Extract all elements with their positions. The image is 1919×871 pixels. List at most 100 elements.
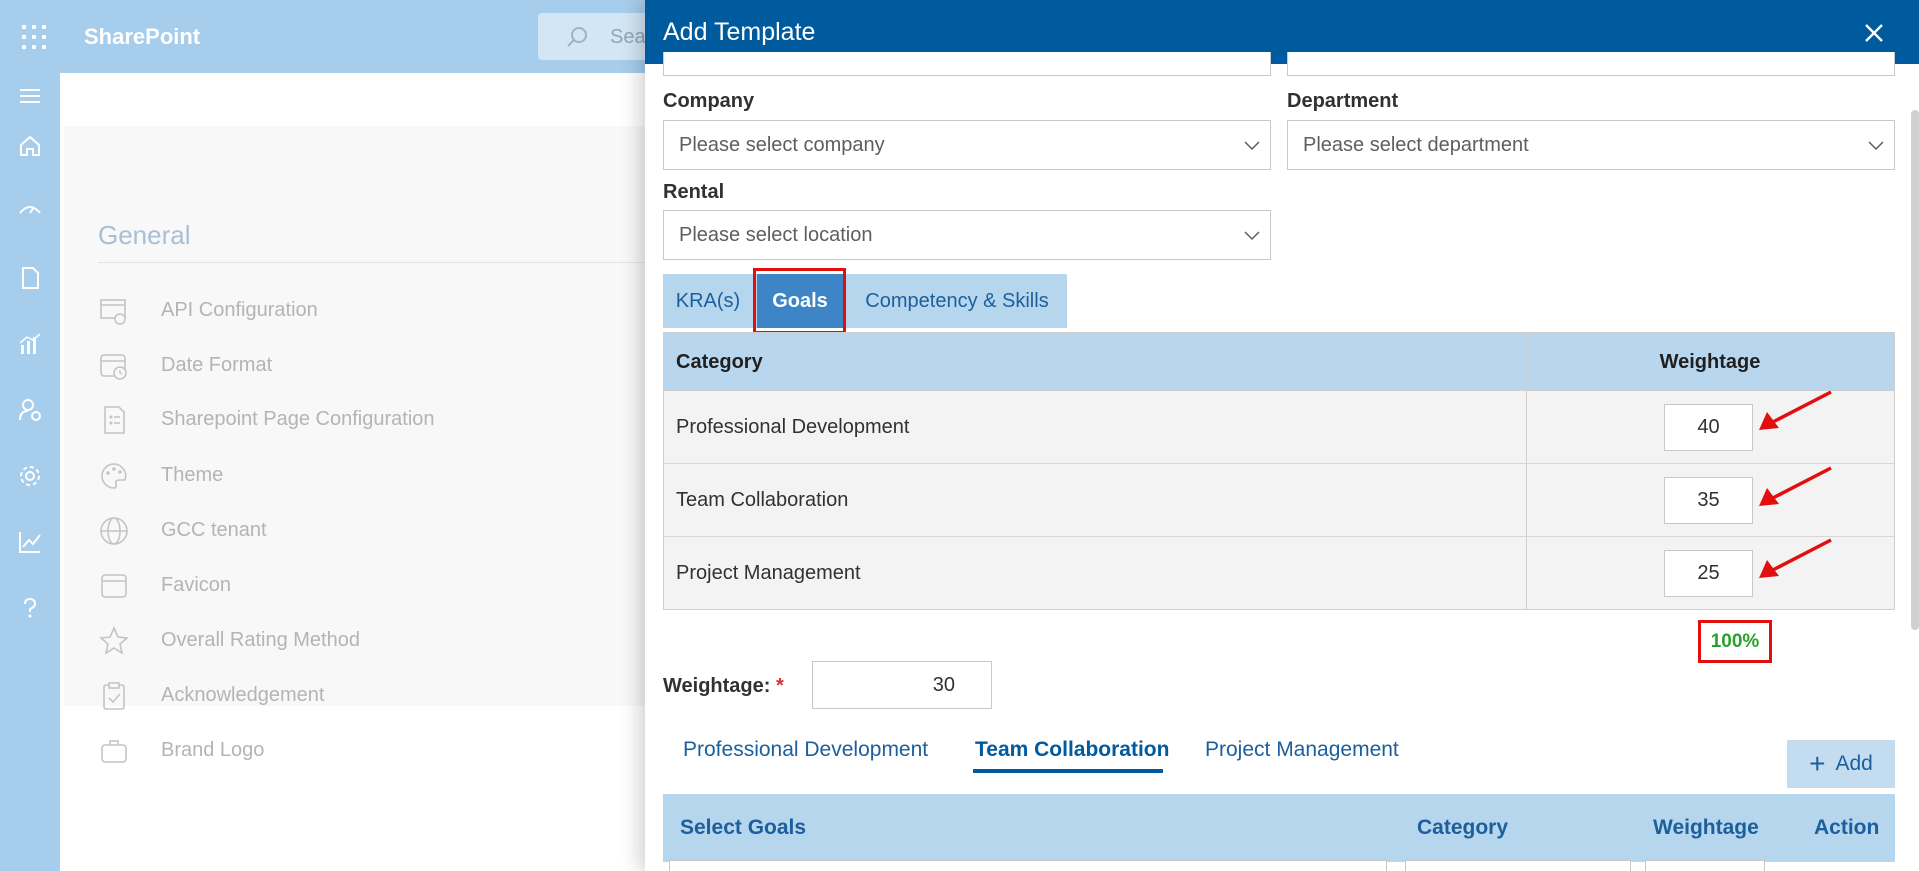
general-item-acknowledgement[interactable]: Acknowledgement xyxy=(98,678,658,714)
department-placeholder: Please select department xyxy=(1303,134,1529,156)
active-goal-tab-underline xyxy=(973,769,1163,773)
general-item-label: GCC tenant xyxy=(161,519,267,541)
app-launcher-icon[interactable] xyxy=(22,25,46,49)
goal-weightage-header: Weightage xyxy=(1653,816,1759,839)
general-item-label: API Configuration xyxy=(161,299,318,321)
weightage-input[interactable]: 40 xyxy=(1664,404,1753,451)
trend-icon[interactable] xyxy=(17,529,43,555)
add-template-panel: Add Template Company Please select compa… xyxy=(645,0,1919,871)
user-settings-icon[interactable] xyxy=(17,397,43,423)
screen: SharePoint Sea General API Configuration… xyxy=(0,0,1919,871)
gear-icon[interactable] xyxy=(17,463,43,489)
category-cell: Team Collaboration xyxy=(676,489,849,511)
select-goal-input[interactable] xyxy=(669,860,1387,871)
plus-icon: + xyxy=(1809,748,1826,779)
goal-tab-professional-development[interactable]: Professional Development xyxy=(683,738,928,762)
goal-tab-project-management[interactable]: Project Management xyxy=(1205,738,1399,762)
panel-scrollbar[interactable] xyxy=(1911,110,1919,630)
template-tabs: KRA(s) Goals Competency & Skills xyxy=(663,274,1067,328)
search-icon xyxy=(567,27,587,47)
document-icon[interactable] xyxy=(17,265,43,291)
weightage-label: Weightage: * xyxy=(663,675,784,698)
chevron-down-icon xyxy=(1244,231,1260,241)
department-select[interactable]: Please select department xyxy=(1287,120,1895,170)
category-cell: Project Management xyxy=(676,562,861,584)
table-row: Professional Development 40 xyxy=(664,391,1894,464)
weightage-field[interactable]: 30 xyxy=(812,661,992,709)
weightage-header: Weightage xyxy=(1659,350,1761,373)
goals-tab-highlight xyxy=(753,268,846,334)
category-cell: Professional Development xyxy=(676,416,910,438)
add-label: Add xyxy=(1835,752,1873,775)
window-icon xyxy=(101,574,127,598)
action-header: Action xyxy=(1814,816,1880,839)
tab-competency-skills[interactable]: Competency & Skills xyxy=(847,274,1067,328)
tab-kras[interactable]: KRA(s) xyxy=(663,274,753,328)
general-item-sharepoint-page-configuration[interactable]: Sharepoint Page Configuration xyxy=(98,402,658,438)
briefcase-icon xyxy=(101,740,127,763)
department-label: Department xyxy=(1287,90,1399,112)
general-item-overall-rating-method[interactable]: Overall Rating Method xyxy=(98,623,658,659)
close-icon[interactable] xyxy=(1861,20,1887,46)
palette-icon xyxy=(101,463,127,489)
general-item-label: Date Format xyxy=(161,354,273,376)
total-weightage: 100% xyxy=(1698,620,1772,663)
api-config-icon xyxy=(100,299,126,325)
company-label: Company xyxy=(663,90,755,112)
select-goals-header: Select Goals xyxy=(680,816,807,839)
table-row: Project Management 25 xyxy=(664,537,1894,610)
table-row: Team Collaboration 35 xyxy=(664,464,1894,537)
general-item-label: Brand Logo xyxy=(161,739,265,761)
rental-select[interactable]: Please select location xyxy=(663,210,1271,260)
left-nav xyxy=(0,73,60,871)
general-title: General xyxy=(98,220,191,250)
general-divider xyxy=(98,262,658,263)
star-icon xyxy=(99,626,129,655)
general-item-favicon[interactable]: Favicon xyxy=(98,568,658,604)
general-item-brand-logo[interactable]: Brand Logo xyxy=(98,733,658,769)
chart-icon[interactable] xyxy=(17,331,43,357)
partial-field-left[interactable] xyxy=(663,52,1271,76)
general-item-date-format[interactable]: Date Format xyxy=(98,348,658,384)
rental-placeholder: Please select location xyxy=(679,224,873,246)
red-arrow-annotation xyxy=(1759,390,1832,430)
general-item-gcc-tenant[interactable]: GCC tenant xyxy=(98,513,658,549)
speed-icon[interactable] xyxy=(17,199,43,225)
rental-label: Rental xyxy=(663,181,725,203)
chevron-down-icon xyxy=(1868,141,1884,151)
goal-category-header: Category xyxy=(1417,816,1509,839)
home-icon[interactable] xyxy=(17,133,43,159)
weightage-input[interactable]: 35 xyxy=(1664,477,1753,524)
globe-icon xyxy=(100,517,128,545)
partial-field-right[interactable] xyxy=(1287,52,1895,76)
clipboard-check-icon xyxy=(103,682,125,710)
goals-table-header: Select Goals Category Weightage Action xyxy=(663,794,1895,862)
page-config-icon xyxy=(104,406,125,434)
add-goal-button[interactable]: + Add xyxy=(1787,740,1895,788)
general-item-label: Sharepoint Page Configuration xyxy=(161,408,435,430)
help-icon[interactable] xyxy=(17,595,43,621)
category-weightage-table: Category Weightage Professional Developm… xyxy=(663,332,1895,610)
company-select[interactable]: Please select company xyxy=(663,120,1271,170)
company-placeholder: Please select company xyxy=(679,134,885,156)
red-arrow-annotation xyxy=(1759,466,1832,506)
general-item-theme[interactable]: Theme xyxy=(98,458,658,494)
table-header: Category Weightage xyxy=(664,333,1894,391)
goal-category-input[interactable] xyxy=(1405,860,1631,871)
brand-name[interactable]: SharePoint xyxy=(84,24,200,50)
general-item-label: Favicon xyxy=(161,574,232,596)
weightage-label-text: Weightage: xyxy=(663,675,771,697)
category-header: Category xyxy=(676,350,763,373)
general-item-api-configuration[interactable]: API Configuration xyxy=(98,293,658,329)
general-item-label: Acknowledgement xyxy=(161,684,325,706)
required-mark: * xyxy=(775,675,784,697)
calendar-clock-icon xyxy=(100,354,127,380)
panel-title: Add Template xyxy=(663,18,816,46)
menu-icon[interactable] xyxy=(17,83,43,109)
search-placeholder: Sea xyxy=(610,26,646,48)
general-item-label: Overall Rating Method xyxy=(161,629,360,651)
weightage-input[interactable]: 25 xyxy=(1664,550,1753,597)
goal-tab-team-collaboration[interactable]: Team Collaboration xyxy=(975,738,1169,762)
goal-weightage-input[interactable] xyxy=(1645,860,1765,871)
red-arrow-annotation xyxy=(1759,538,1832,578)
